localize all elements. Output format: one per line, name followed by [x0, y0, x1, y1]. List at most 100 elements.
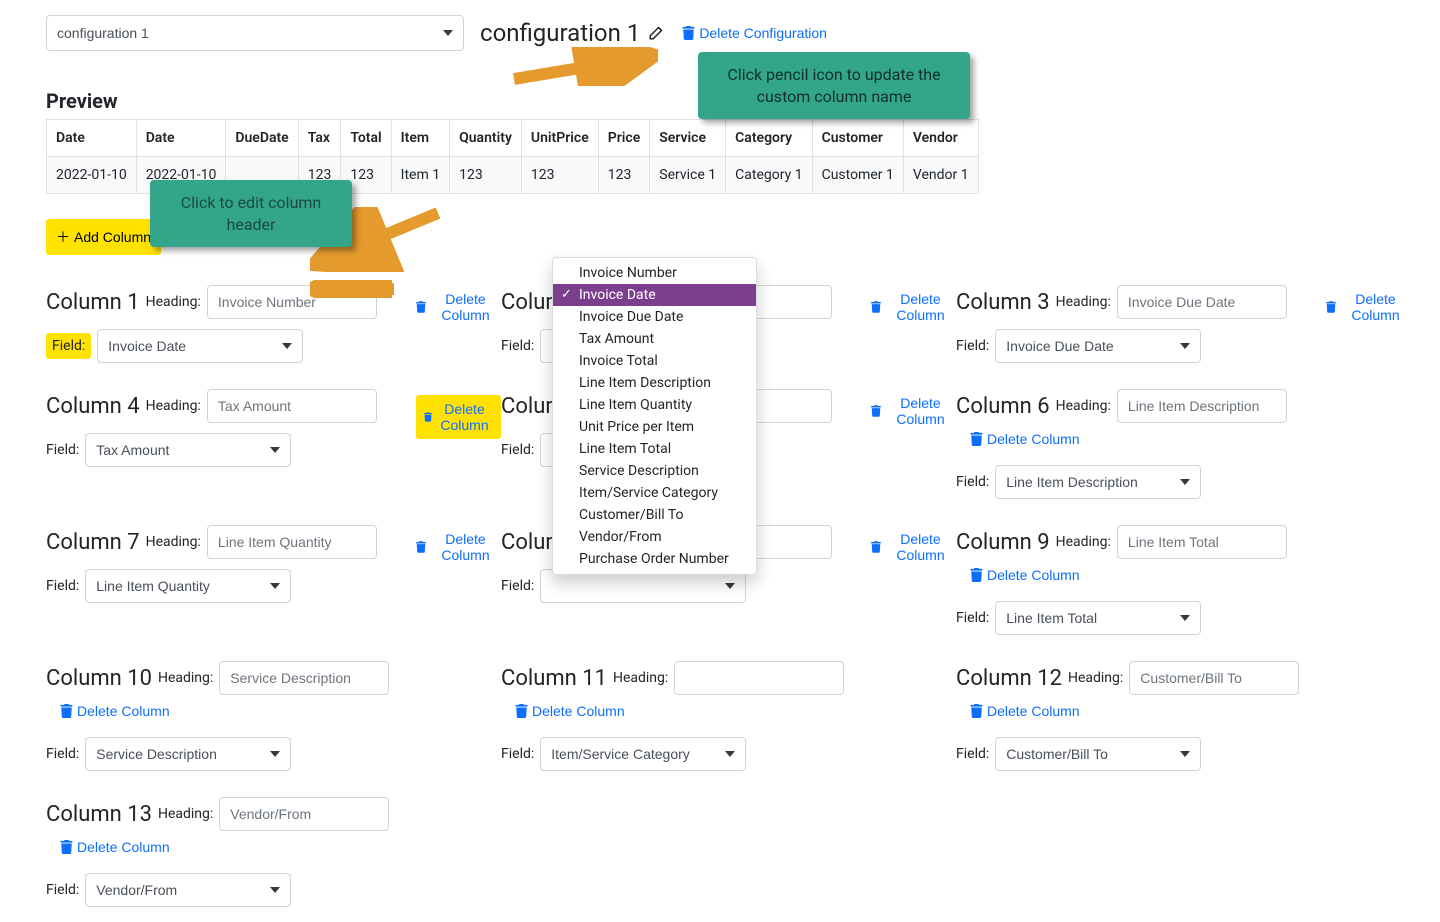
- preview-col-header: DueDate: [226, 120, 298, 157]
- heading-input[interactable]: [1117, 525, 1287, 559]
- heading-label: Heading:: [146, 534, 201, 550]
- column-block: Column 6 Heading: Delete Column Field: Line …: [956, 389, 1411, 499]
- dropdown-option[interactable]: Item/Service Category: [553, 482, 756, 504]
- heading-label: Heading:: [1056, 398, 1111, 414]
- delete-column-button[interactable]: Delete Column: [60, 839, 170, 855]
- heading-input[interactable]: [207, 525, 377, 559]
- trash-icon: [416, 300, 426, 314]
- field-dropdown[interactable]: Invoice NumberInvoice DateInvoice Due Da…: [552, 257, 757, 575]
- field-label: Field:: [46, 746, 79, 762]
- heading-input[interactable]: [1117, 389, 1287, 423]
- config-title: configuration 1: [480, 19, 666, 47]
- field-select[interactable]: Tax Amount: [85, 433, 291, 467]
- delete-column-button[interactable]: Delete Column: [871, 395, 956, 427]
- heading-input[interactable]: [219, 661, 389, 695]
- dropdown-option[interactable]: Invoice Due Date: [553, 306, 756, 328]
- trash-icon: [871, 404, 881, 418]
- field-label: Field:: [46, 442, 79, 458]
- preview-cell: 123: [450, 157, 522, 194]
- field-select[interactable]: Vendor/From: [85, 873, 291, 907]
- dropdown-option[interactable]: Invoice Date: [553, 284, 756, 306]
- column-block: Column 11Heading:Delete ColumnField:Item…: [501, 661, 956, 771]
- heading-input[interactable]: [674, 661, 844, 695]
- heading-label: Heading:: [146, 294, 201, 310]
- delete-column-button[interactable]: Delete Column: [416, 395, 501, 439]
- heading-input[interactable]: [1129, 661, 1299, 695]
- delete-config-label: Delete Configuration: [699, 25, 827, 41]
- field-select[interactable]: Item/Service Category: [540, 737, 746, 771]
- field-label: Field:: [501, 746, 534, 762]
- field-label: Field:: [956, 474, 989, 490]
- preview-col-header: Category: [726, 120, 812, 157]
- delete-config-button[interactable]: Delete Configuration: [682, 25, 827, 41]
- trash-icon: [424, 410, 432, 424]
- pencil-icon[interactable]: [648, 19, 666, 47]
- trash-icon: [1326, 300, 1336, 314]
- column-block: Column 3Heading:Delete ColumnField:Invoi…: [956, 285, 1411, 363]
- dropdown-option[interactable]: Invoice Number: [553, 262, 756, 284]
- trash-icon: [515, 704, 528, 718]
- add-column-button[interactable]: ＋ Add Column: [46, 219, 161, 255]
- field-select[interactable]: Line Item Total: [995, 601, 1201, 635]
- trash-icon: [60, 840, 73, 854]
- dropdown-option[interactable]: Service Description: [553, 460, 756, 482]
- dropdown-option[interactable]: Line Item Quantity: [553, 394, 756, 416]
- column-title: Column 6: [956, 394, 1050, 419]
- add-column-label: Add Column: [74, 229, 151, 245]
- field-label: Field:: [46, 882, 79, 898]
- preview-col-header: Date: [136, 120, 226, 157]
- delete-column-button[interactable]: Delete Column: [970, 567, 1080, 583]
- field-select[interactable]: Invoice Due Date: [995, 329, 1201, 363]
- column-block: Column 7Heading:Delete ColumnField:Line …: [46, 525, 501, 635]
- delete-column-button[interactable]: Delete Column: [871, 531, 956, 563]
- preview-cell: Customer 1: [812, 157, 903, 194]
- dropdown-option[interactable]: Tax Amount: [553, 328, 756, 350]
- heading-label: Heading:: [1068, 670, 1123, 686]
- trash-icon: [682, 26, 695, 40]
- dropdown-option[interactable]: Customer/Bill To: [553, 504, 756, 526]
- column-title: Column 10: [46, 666, 152, 691]
- field-label: Field:: [46, 578, 79, 594]
- dropdown-option[interactable]: Vendor/From: [553, 526, 756, 548]
- field-select[interactable]: Line Item Description: [995, 465, 1201, 499]
- dropdown-option[interactable]: Line Item Description: [553, 372, 756, 394]
- field-select[interactable]: Invoice Date: [97, 329, 303, 363]
- arrow-to-field: [310, 280, 400, 298]
- dropdown-option[interactable]: Purchase Order Number: [553, 548, 756, 570]
- arrow-to-pencil: [506, 47, 658, 86]
- delete-column-button[interactable]: Delete Column: [515, 703, 625, 719]
- column-block: Column 9Heading:Delete ColumnField:Line …: [956, 525, 1411, 635]
- dropdown-option[interactable]: Invoice Total: [553, 350, 756, 372]
- column-title: Column 1: [46, 290, 140, 315]
- field-label: Field:: [956, 338, 989, 354]
- heading-input[interactable]: [1117, 285, 1287, 319]
- heading-input[interactable]: [219, 797, 389, 831]
- preview-col-header: Total: [341, 120, 391, 157]
- delete-column-button[interactable]: Delete Column: [871, 291, 956, 323]
- trash-icon: [970, 704, 983, 718]
- heading-label: Heading:: [1056, 534, 1111, 550]
- delete-column-button[interactable]: Delete Column: [416, 291, 501, 323]
- column-title: Column 11: [501, 666, 607, 691]
- preview-cell: 123: [598, 157, 650, 194]
- column-block: Column 12Heading:Delete ColumnField:Cust…: [956, 661, 1411, 771]
- config-select[interactable]: configuration 1: [46, 15, 464, 51]
- heading-label: Heading:: [146, 398, 201, 414]
- heading-input[interactable]: [207, 389, 377, 423]
- delete-column-button[interactable]: Delete Column: [1326, 291, 1411, 323]
- dropdown-option[interactable]: Line Item Total: [553, 438, 756, 460]
- preview-col-header: Customer: [812, 120, 903, 157]
- preview-col-header: Tax: [298, 120, 341, 157]
- field-select[interactable]: Service Description: [85, 737, 291, 771]
- delete-column-button[interactable]: Delete Column: [416, 531, 501, 563]
- field-select[interactable]: Line Item Quantity: [85, 569, 291, 603]
- delete-column-button[interactable]: Delete Column: [970, 431, 1080, 447]
- preview-cell: Vendor 1: [903, 157, 978, 194]
- field-select[interactable]: Customer/Bill To: [995, 737, 1201, 771]
- preview-col-header: UnitPrice: [521, 120, 598, 157]
- dropdown-option[interactable]: Unit Price per Item: [553, 416, 756, 438]
- delete-column-button[interactable]: Delete Column: [60, 703, 170, 719]
- delete-column-button[interactable]: Delete Column: [970, 703, 1080, 719]
- callout-pencil: Click pencil icon to update the custom c…: [698, 52, 970, 119]
- heading-label: Heading:: [1056, 294, 1111, 310]
